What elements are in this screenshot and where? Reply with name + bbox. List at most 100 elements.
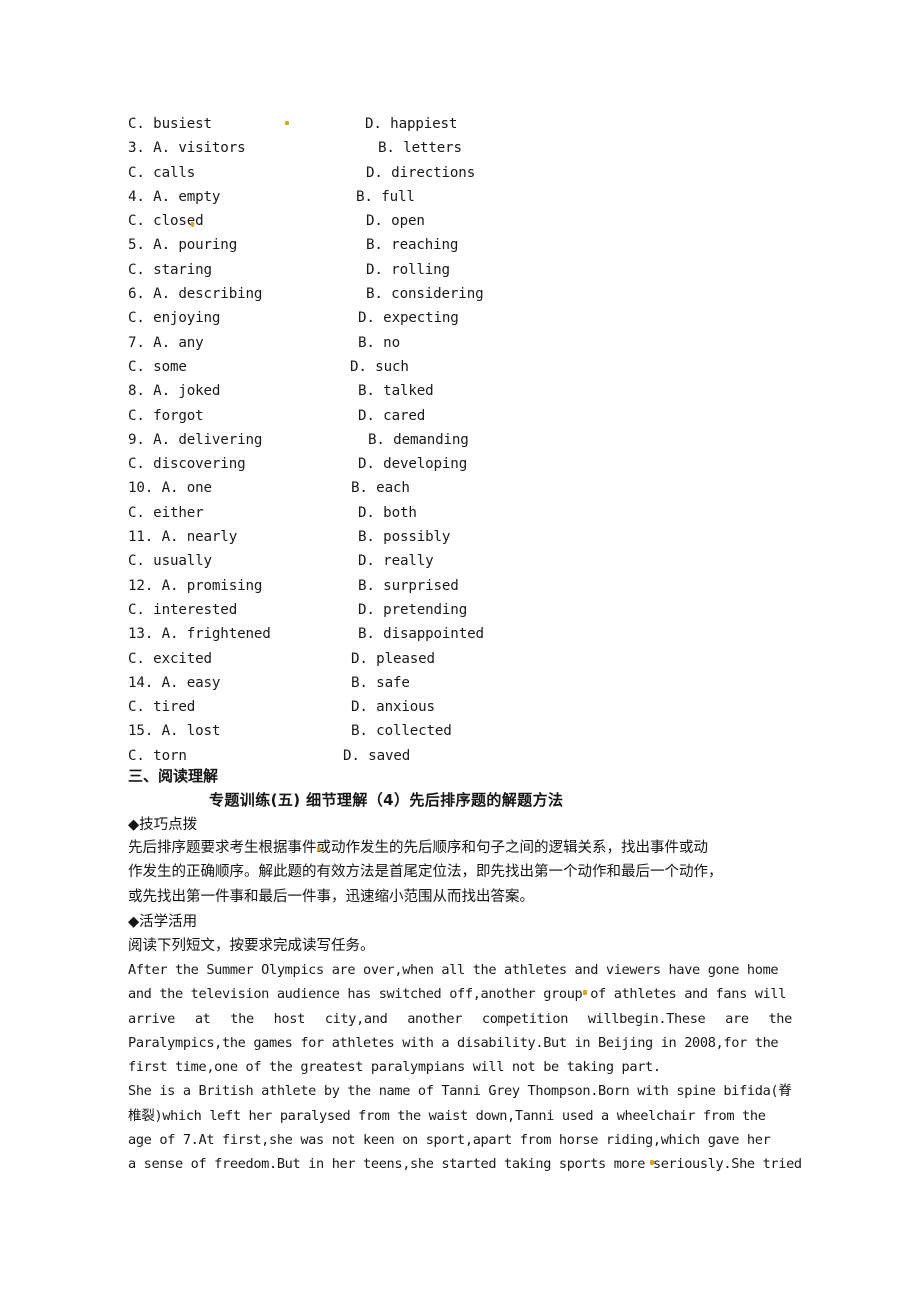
mc-option-right: D. both bbox=[358, 504, 417, 521]
tip-heading: ◆技巧点拨 bbox=[128, 817, 198, 833]
passage-word: willbegin.These bbox=[587, 1010, 706, 1027]
passage-word: another bbox=[407, 1010, 463, 1027]
mc-option-row: C. discovering D. developing bbox=[128, 452, 808, 476]
mc-option-right: B. letters bbox=[378, 140, 462, 157]
mc-option-row: C. staring D. rolling bbox=[128, 258, 808, 282]
mc-option-left: C. either bbox=[128, 504, 204, 521]
mc-option-row: 7. A. any B. no bbox=[128, 331, 808, 355]
scan-speck bbox=[650, 1160, 654, 1165]
tip-paragraph-line: 先后排序题要求考生根据事件或动作发生的先后顺序和句子之间的逻辑关系，找出事件或动 bbox=[128, 840, 708, 856]
mc-option-left: 12. A. promising bbox=[128, 577, 263, 594]
document-page: C. busiest D. happiest 3. A. visitors B. le… bbox=[0, 0, 920, 1302]
passage-word: city,and bbox=[324, 1010, 388, 1027]
mc-option-right: B. safe bbox=[351, 674, 410, 691]
mc-option-right: D. open bbox=[366, 213, 425, 230]
scan-speck bbox=[583, 990, 587, 995]
mc-option-left: 5. A. pouring bbox=[128, 237, 238, 254]
mc-option-right: B. full bbox=[356, 188, 415, 205]
mc-option-right: D. developing bbox=[358, 456, 468, 473]
mc-option-right: D. saved bbox=[343, 747, 411, 764]
mc-option-left: 10. A. one bbox=[128, 480, 212, 497]
mc-option-row: 10. A. one B. each bbox=[128, 476, 808, 500]
reading-passage: After the Summer Olympics are over,when … bbox=[128, 958, 802, 1177]
passage-line: 椎裂)which left her paralysed from the wai… bbox=[128, 1107, 766, 1124]
mc-option-left: 8. A. joked bbox=[128, 383, 221, 400]
mc-option-row: 5. A. pouring B. reaching bbox=[128, 233, 808, 257]
mc-option-row: C. some D. such bbox=[128, 355, 808, 379]
passage-line: After the Summer Olympics are over,when … bbox=[128, 962, 779, 978]
mc-option-row: C. excited D. pleased bbox=[128, 647, 808, 671]
passage-word: competition bbox=[481, 1010, 569, 1027]
mc-option-left: C. forgot bbox=[128, 407, 204, 424]
passage-word: arrive bbox=[128, 1010, 176, 1027]
mc-option-row: C. closed D. open bbox=[128, 209, 808, 233]
mc-option-right: B. demanding bbox=[368, 431, 469, 448]
mc-option-row: 6. A. describing B. considering bbox=[128, 282, 808, 306]
mc-option-left: C. excited bbox=[128, 650, 212, 667]
mc-option-right: D. expecting bbox=[358, 310, 459, 327]
mc-option-row: 3. A. visitors B. letters bbox=[128, 136, 808, 160]
passage-word: at bbox=[194, 1010, 211, 1027]
mc-option-row: C. calls D. directions bbox=[128, 161, 808, 185]
mc-option-row: C. enjoying D. expecting bbox=[128, 306, 808, 330]
instruction-line: 阅读下列短文，按要求完成读写任务。 bbox=[128, 938, 375, 954]
mc-option-left: 15. A. lost bbox=[128, 723, 221, 740]
mc-option-right: D. such bbox=[350, 358, 409, 375]
mc-option-row: C. forgot D. cared bbox=[128, 404, 808, 428]
mc-option-row: 12. A. promising B. surprised bbox=[128, 574, 808, 598]
mc-option-right: D. pleased bbox=[351, 650, 435, 667]
mc-option-row: C. interested D. pretending bbox=[128, 598, 808, 622]
multiple-choice-options: C. busiest D. happiest 3. A. visitors B. le… bbox=[128, 112, 808, 768]
mc-option-row: C. busiest D. happiest bbox=[128, 112, 808, 136]
mc-option-right: B. considering bbox=[366, 286, 484, 303]
passage-word: the bbox=[768, 1010, 792, 1027]
mc-option-right: B. reaching bbox=[366, 237, 459, 254]
mc-option-left: C. enjoying bbox=[128, 310, 221, 327]
passage-line: age of 7.At first,she was not keen on sp… bbox=[128, 1132, 771, 1149]
section-heading: 三、阅读理解 bbox=[128, 767, 219, 785]
mc-option-left: 11. A. nearly bbox=[128, 529, 238, 546]
tip-paragraph-line: 或先找出第一件事和最后一件事，迅速缩小范围从而找出答案。 bbox=[128, 888, 534, 905]
passage-line: She is a British athlete by the name of … bbox=[128, 1083, 792, 1100]
scan-speck bbox=[191, 222, 194, 227]
tip-paragraph: 先后排序题要求考生根据事件或动作发生的先后顺序和句子之间的逻辑关系，找出事件或动… bbox=[128, 836, 808, 909]
mc-option-left: C. staring bbox=[128, 261, 212, 278]
mc-option-left: C. tired bbox=[128, 699, 196, 716]
mc-option-left: 4. A. empty bbox=[128, 188, 221, 205]
mc-option-right: D. pretending bbox=[358, 601, 468, 618]
mc-option-left: 7. A. any bbox=[128, 334, 204, 351]
mc-option-right: B. collected bbox=[351, 723, 452, 740]
passage-word: host bbox=[273, 1010, 306, 1027]
mc-option-row: 11. A. nearly B. possibly bbox=[128, 525, 808, 549]
mc-option-row: 4. A. empty B. full bbox=[128, 185, 808, 209]
passage-word: are bbox=[725, 1010, 749, 1027]
mc-option-row: 15. A. lost B. collected bbox=[128, 719, 808, 743]
mc-option-right: D. rolling bbox=[366, 261, 450, 278]
mc-option-left: C. some bbox=[128, 358, 187, 375]
mc-option-left: 3. A. visitors bbox=[128, 140, 246, 157]
passage-line: first time,one of the greatest paralympi… bbox=[128, 1059, 661, 1076]
scan-speck bbox=[317, 847, 321, 851]
mc-option-right: D. really bbox=[358, 553, 434, 570]
apply-heading: ◆活学活用 bbox=[128, 914, 198, 930]
scan-speck bbox=[285, 121, 289, 125]
mc-option-left: C. busiest bbox=[128, 116, 212, 132]
mc-option-row: 14. A. easy B. safe bbox=[128, 671, 808, 695]
mc-option-right: B. disappointed bbox=[358, 626, 484, 643]
mc-option-right: B. no bbox=[358, 334, 400, 351]
mc-option-left: C. interested bbox=[128, 601, 238, 618]
mc-option-row: C. usually D. really bbox=[128, 549, 808, 573]
mc-option-right: D. anxious bbox=[351, 699, 435, 716]
mc-option-left: C. discovering bbox=[128, 456, 246, 473]
mc-option-right: B. talked bbox=[358, 383, 434, 400]
mc-option-right: D. cared bbox=[358, 407, 426, 424]
mc-option-row: 13. A. frightened B. disappointed bbox=[128, 622, 808, 646]
mc-option-left: 13. A. frightened bbox=[128, 626, 271, 643]
mc-option-left: 14. A. easy bbox=[128, 674, 221, 691]
passage-word: the bbox=[230, 1010, 254, 1027]
mc-option-row: 9. A. delivering B. demanding bbox=[128, 428, 808, 452]
passage-line: and the television audience has switched… bbox=[128, 986, 787, 1003]
mc-option-row: C. tired D. anxious bbox=[128, 695, 808, 719]
mc-option-row: C. torn D. saved bbox=[128, 744, 808, 768]
passage-line: arrive at the host city,and another competitio… bbox=[128, 1007, 792, 1031]
